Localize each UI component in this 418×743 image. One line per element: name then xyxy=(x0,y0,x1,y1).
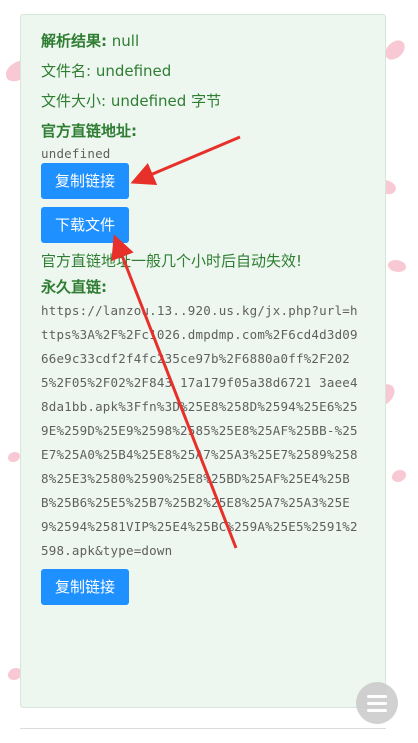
official-link-label-row: 官方直链地址: xyxy=(41,121,365,141)
petal xyxy=(386,257,408,275)
bottom-divider xyxy=(20,728,386,729)
official-link-value: undefined xyxy=(41,146,111,161)
filename-value: undefined xyxy=(91,62,172,80)
petal xyxy=(392,470,406,482)
filesize-label: 文件大小: xyxy=(41,92,107,110)
permanent-link-url[interactable]: https://lanzou.13..920.us.kg/jx.php?url=… xyxy=(41,299,365,563)
petal xyxy=(8,452,20,462)
filename-label: 文件名: xyxy=(41,62,92,80)
copy-link-button[interactable]: 复制链接 xyxy=(41,163,130,199)
filesize-value: undefined 字节 xyxy=(106,92,222,110)
permanent-link-label: 永久直链: xyxy=(41,278,107,296)
filesize-row: 文件大小: undefined 字节 xyxy=(41,91,365,111)
parse-result-row: 解析结果: null xyxy=(41,31,365,51)
copy-permanent-link-button[interactable]: 复制链接 xyxy=(41,569,130,605)
parse-result-value: null xyxy=(107,32,140,50)
download-file-button[interactable]: 下载文件 xyxy=(41,207,130,243)
official-link-label: 官方直链地址: xyxy=(41,122,137,140)
parse-result-card: 解析结果: null 文件名: undefined 文件大小: undefine… xyxy=(20,14,386,708)
permanent-link-label-row: 永久直链: xyxy=(41,277,365,297)
filename-row: 文件名: undefined xyxy=(41,61,365,81)
expire-notice: 官方直链地址一般几个小时后自动失效! xyxy=(41,252,303,270)
parse-result-label: 解析结果: xyxy=(41,32,107,50)
floating-menu-button[interactable] xyxy=(356,682,398,724)
